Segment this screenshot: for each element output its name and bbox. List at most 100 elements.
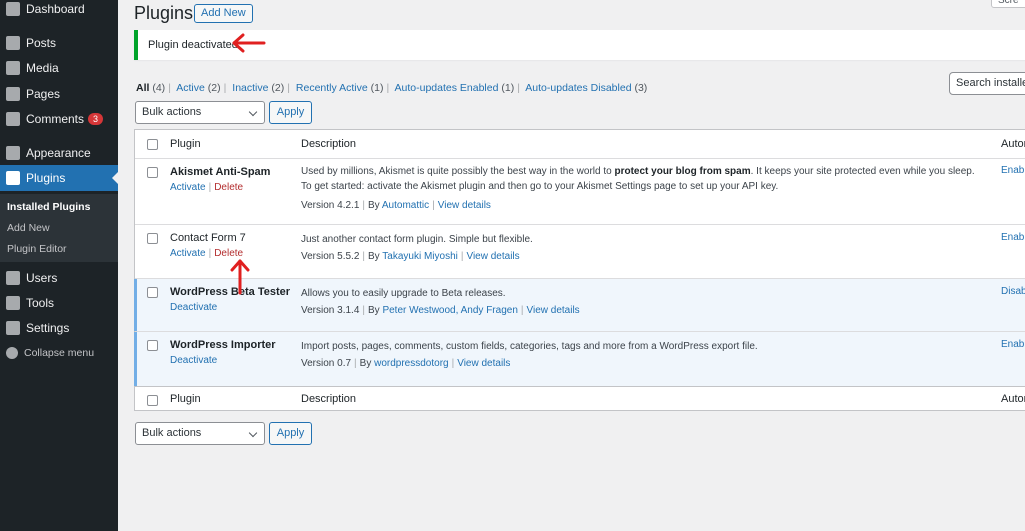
menu-plugins[interactable]: Plugins (0, 165, 118, 191)
filter-active[interactable]: Active (176, 82, 205, 94)
desc-text: Used by millions, Akismet is quite possi… (301, 166, 615, 177)
screen-options-button[interactable]: Scre (991, 0, 1025, 8)
activate-link[interactable]: Activate (170, 248, 206, 259)
bulk-actions-select-bottom[interactable]: Bulk actions (135, 422, 265, 445)
menu-media-label: Media (26, 61, 59, 75)
plugin-description: Used by millions, Akismet is quite possi… (301, 164, 1001, 194)
plugin-meta: Version 5.5.2 | By Takayuki Miyoshi | View d… (301, 251, 520, 262)
desc-text-line2: To get started: activate the Akismet plu… (301, 181, 779, 192)
menu-posts-label: Posts (26, 36, 57, 50)
row-actions: Deactivate (170, 355, 217, 366)
submenu-plugin-editor[interactable]: Plugin Editor (7, 243, 67, 255)
chevron-down-icon (248, 107, 258, 117)
bulk-actions-value: Bulk actions (142, 106, 202, 118)
filter-all-count: (4) (152, 82, 166, 94)
column-footer-description: Description (301, 393, 357, 405)
row-actions: Deactivate (170, 302, 217, 313)
table-row: WordPress Importer Deactivate Import pos… (134, 332, 1025, 386)
submenu-installed-plugins[interactable]: Installed Plugins (7, 201, 90, 213)
search-plugins-input[interactable]: Search installe (949, 72, 1025, 95)
column-header-auto-updates: Autor (1001, 138, 1025, 150)
filter-inactive[interactable]: Inactive (232, 82, 268, 94)
author-link[interactable]: wordpressdotorg (374, 358, 448, 369)
column-footer-plugin[interactable]: Plugin (170, 393, 201, 405)
brush-icon (6, 146, 20, 160)
menu-tools[interactable]: Tools (0, 290, 118, 316)
plugin-meta: Version 0.7 | By wordpressdotorg | View deta… (301, 358, 510, 369)
filter-all[interactable]: All (136, 82, 149, 94)
meta-separator: | (460, 251, 464, 262)
plugins-table: Plugin Description Autor Akismet Anti-Sp… (134, 129, 1025, 411)
row-checkbox[interactable] (147, 233, 158, 244)
submenu-add-new[interactable]: Add New (7, 222, 50, 234)
auto-update-toggle-link[interactable]: Enabl (1001, 339, 1025, 350)
menu-settings-label: Settings (26, 321, 70, 335)
menu-settings[interactable]: Settings (0, 315, 118, 341)
author-link[interactable]: Automattic (382, 200, 429, 211)
menu-posts[interactable]: Posts (0, 30, 118, 56)
plugin-description: Allows you to easily upgrade to Beta rel… (301, 288, 506, 299)
by-label: By (367, 251, 380, 262)
meta-separator: | (362, 200, 365, 211)
menu-comments-label: Comments (26, 112, 85, 126)
plugin-status-filters: All (4) | Active (2) | Inactive (2) | Recen… (136, 82, 647, 94)
users-icon (6, 271, 20, 285)
auto-update-toggle-link[interactable]: Enabl (1001, 232, 1025, 243)
menu-dashboard[interactable]: Dashboard (0, 0, 118, 22)
row-checkbox[interactable] (147, 167, 158, 178)
meta-separator: | (520, 305, 524, 316)
view-details-link[interactable]: View details (457, 358, 510, 369)
author-link[interactable]: Peter Westwood, Andy Fragen (382, 305, 517, 316)
column-header-plugin[interactable]: Plugin (170, 138, 201, 150)
pin-icon (6, 36, 20, 50)
activate-link[interactable]: Activate (170, 182, 206, 193)
bulk-actions-select-top[interactable]: Bulk actions (135, 101, 265, 124)
select-all-checkbox[interactable] (147, 139, 158, 150)
menu-media[interactable]: Media (0, 55, 118, 81)
notice-message: Plugin deactivated. (148, 39, 241, 51)
plugin-name: Akismet Anti-Spam (170, 166, 271, 178)
apply-button-bottom[interactable]: Apply (269, 422, 312, 445)
menu-comments[interactable]: Comments 3 (0, 106, 118, 132)
author-link[interactable]: Takayuki Miyoshi (382, 251, 458, 262)
menu-appearance[interactable]: Appearance (0, 140, 118, 166)
row-checkbox[interactable] (147, 340, 158, 351)
plugins-submenu: Installed Plugins Add New Plugin Editor (0, 194, 118, 262)
plugin-name: WordPress Importer (170, 339, 276, 351)
deactivate-link[interactable]: Deactivate (170, 355, 217, 366)
filter-recently-active[interactable]: Recently Active (296, 82, 368, 94)
select-all-checkbox-footer[interactable] (147, 395, 158, 406)
filter-recently-active-count: (1) (370, 82, 384, 94)
auto-update-toggle-link[interactable]: Enabl (1001, 165, 1025, 176)
view-details-link[interactable]: View details (438, 200, 491, 211)
apply-button-top[interactable]: Apply (269, 101, 312, 124)
deactivate-link[interactable]: Deactivate (170, 302, 217, 313)
filter-separator: | (386, 82, 390, 94)
filter-separator: | (168, 82, 171, 94)
meta-separator: | (451, 358, 455, 369)
page-title: Plugins (134, 3, 194, 23)
delete-link[interactable]: Delete (214, 182, 243, 193)
view-details-link[interactable]: View details (466, 251, 519, 262)
menu-users[interactable]: Users (0, 265, 118, 291)
filter-separator: | (287, 82, 290, 94)
auto-update-toggle-link[interactable]: Disab (1001, 286, 1025, 297)
filter-auto-updates-disabled-count: (3) (634, 82, 648, 94)
media-icon (6, 61, 20, 75)
by-label: By (367, 200, 380, 211)
collapse-menu-button[interactable]: Collapse menu (0, 340, 118, 366)
plugin-version: Version 4.2.1 (301, 200, 360, 211)
by-label: By (367, 305, 380, 316)
filter-active-count: (2) (207, 82, 221, 94)
view-details-link[interactable]: View details (527, 305, 580, 316)
meta-separator: | (432, 200, 435, 211)
collapse-icon (6, 347, 18, 359)
menu-pages[interactable]: Pages (0, 81, 118, 107)
success-notice (134, 30, 1025, 60)
comment-icon (6, 112, 20, 126)
row-checkbox[interactable] (147, 287, 158, 298)
add-new-button[interactable]: Add New (194, 4, 253, 23)
filter-auto-updates-enabled[interactable]: Auto-updates Enabled (395, 82, 499, 94)
by-label: By (359, 358, 372, 369)
filter-auto-updates-disabled[interactable]: Auto-updates Disabled (525, 82, 631, 94)
